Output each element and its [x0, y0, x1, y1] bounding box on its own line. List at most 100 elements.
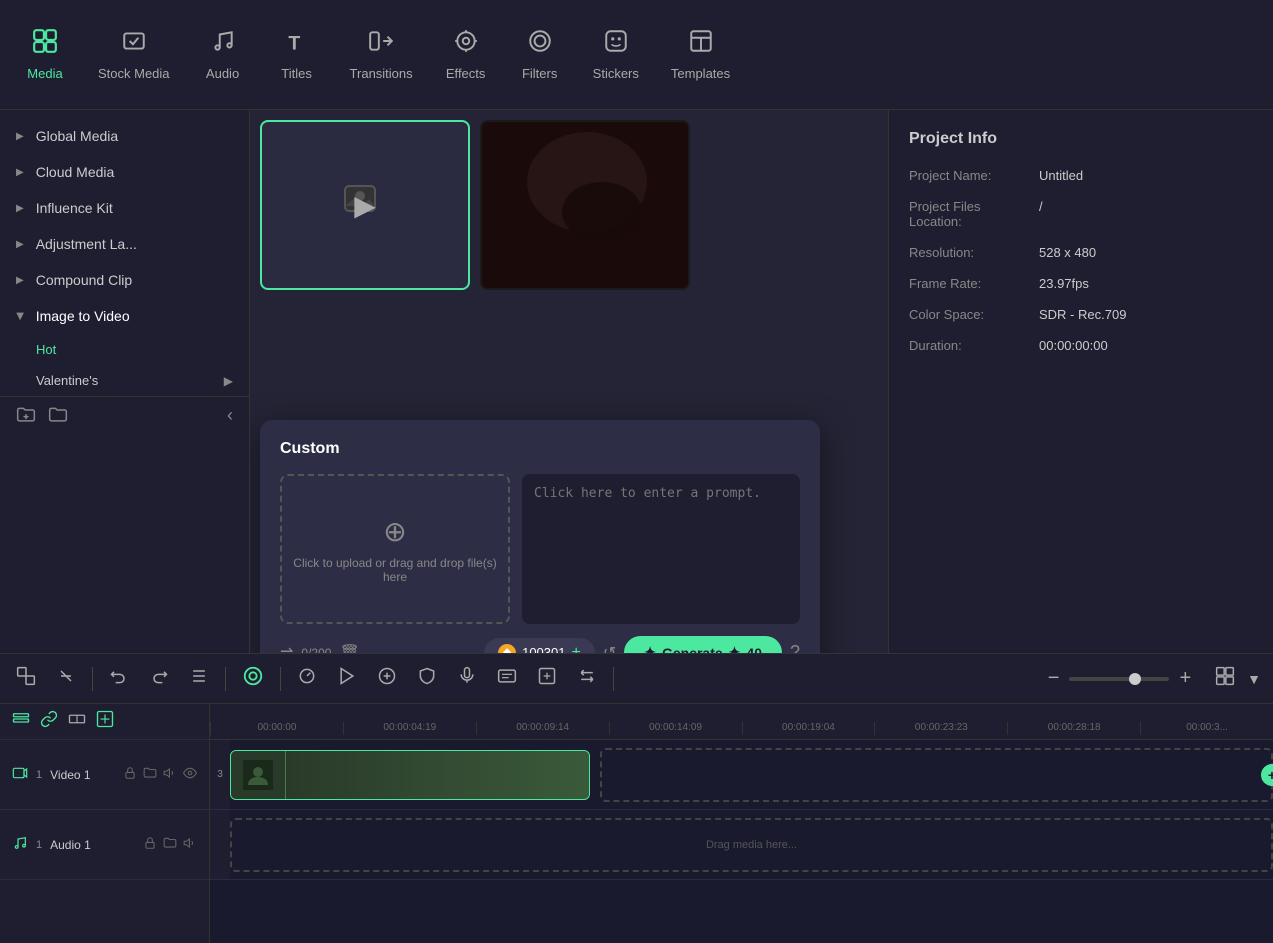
project-row-name: Project Name: Untitled	[909, 168, 1253, 183]
collab-button[interactable]	[533, 662, 561, 695]
track-lock-button-audio1[interactable]	[143, 836, 157, 853]
sidebar-label-image-to-video: Image to Video	[36, 308, 130, 324]
drop-zone-audio1[interactable]: Drag media here...	[230, 818, 1273, 872]
sidebar-sub-item-valentines[interactable]: Valentine's ▶	[0, 365, 249, 396]
track-number-badge-audio1	[210, 810, 230, 879]
project-value-resolution: 528 x 480	[1039, 245, 1096, 260]
timeline-content: 3	[210, 740, 1273, 943]
top-navigation: Media Stock Media Audio T Titles	[0, 0, 1273, 110]
sidebar-item-adjustment-la[interactable]: ▶ Adjustment La...	[0, 226, 249, 262]
link-tracks-button[interactable]	[40, 710, 58, 733]
sidebar-item-influence-kit[interactable]: ▶ Influence Kit	[0, 190, 249, 226]
speed-button[interactable]	[293, 662, 321, 695]
nav-item-templates[interactable]: Templates	[657, 20, 744, 89]
arrow-icon-cloud-media: ▶	[16, 167, 24, 178]
media-thumb-1[interactable]: ▶	[260, 120, 470, 290]
track-lock-button-video1[interactable]	[123, 766, 137, 783]
help-icon[interactable]: ?	[790, 642, 800, 653]
zoom-slider-container: − +	[1044, 663, 1195, 694]
add-folder-button[interactable]	[16, 405, 36, 430]
play-button[interactable]	[333, 662, 361, 695]
upload-area[interactable]: ⊕ Click to upload or drag and drop file(…	[280, 474, 510, 624]
templates-icon	[688, 28, 714, 60]
project-panel: Project Info Project Name: Untitled Proj…	[888, 110, 1273, 653]
sidebar-label-global-media: Global Media	[36, 128, 119, 144]
project-row-colorspace: Color Space: SDR - Rec.709	[909, 307, 1253, 322]
project-label-resolution: Resolution:	[909, 245, 1039, 260]
shield-button[interactable]	[413, 662, 441, 695]
nav-item-stickers[interactable]: Stickers	[579, 20, 653, 89]
open-folder-button[interactable]	[48, 405, 68, 430]
sidebar-item-cloud-media[interactable]: ▶ Cloud Media	[0, 154, 249, 190]
trim-tool-button[interactable]	[52, 662, 80, 695]
drop-zone-video1[interactable]	[600, 748, 1273, 802]
track-audio-button-audio1[interactable]	[183, 836, 197, 853]
zoom-out-button[interactable]: −	[1044, 663, 1064, 694]
media-thumb-2[interactable]	[480, 120, 690, 290]
project-row-location: Project FilesLocation: /	[909, 199, 1253, 229]
zoom-slider[interactable]	[1069, 677, 1169, 681]
project-label-framerate: Frame Rate:	[909, 276, 1039, 291]
transitions-icon	[368, 28, 394, 60]
nav-item-transitions[interactable]: Transitions	[336, 20, 427, 89]
project-row-framerate: Frame Rate: 23.97fps	[909, 276, 1253, 291]
nav-label-stickers: Stickers	[593, 66, 639, 81]
refresh-icon[interactable]: ↺	[603, 643, 616, 654]
timeline-ruler: 00:00:00 00:00:04:19 00:00:09:14 00:00:1…	[210, 704, 1273, 740]
nav-item-effects[interactable]: Effects	[431, 20, 501, 89]
nav-label-templates: Templates	[671, 66, 730, 81]
track-eye-button-video1[interactable]	[183, 766, 197, 783]
sidebar-item-image-to-video[interactable]: ▶ Image to Video	[0, 298, 249, 334]
sidebar-sub-item-hot[interactable]: Hot	[0, 334, 249, 365]
grid-view-button[interactable]	[1215, 666, 1235, 691]
redo-button[interactable]	[145, 662, 173, 695]
timeline-tracks: 1 Video 1	[0, 704, 1273, 943]
delete-icon[interactable]: 🗑	[339, 643, 359, 654]
track-header-tools	[0, 704, 209, 740]
nav-item-media[interactable]: Media	[10, 20, 80, 89]
ruler-mark-5: 00:00:23:23	[874, 722, 1007, 735]
sidebar-collapse-button[interactable]: ‹	[227, 405, 233, 430]
project-label-location: Project FilesLocation:	[909, 199, 1039, 229]
prompt-textarea[interactable]	[522, 474, 800, 624]
effects-icon	[453, 28, 479, 60]
track-folder-button-video1[interactable]	[143, 766, 157, 783]
more-button[interactable]	[185, 662, 213, 695]
modal-bottom-right: ◆ 100301 + ↺ ✦ Generate ✦ 40 ?	[484, 636, 800, 653]
video-clip-1[interactable]	[230, 750, 590, 800]
track-labels: 1 Video 1	[0, 704, 210, 943]
media-placeholder-1: ▶	[262, 122, 468, 288]
playhead-button[interactable]	[238, 661, 268, 696]
credits-plus-button[interactable]: +	[571, 644, 580, 654]
sidebar-item-global-media[interactable]: ▶ Global Media	[0, 118, 249, 154]
ruler-mark-1: 00:00:04:19	[343, 722, 476, 735]
credits-badge: ◆ 100301 +	[484, 638, 595, 654]
project-row-resolution: Resolution: 528 x 480	[909, 245, 1253, 260]
captions-button[interactable]	[493, 662, 521, 695]
shuffle-icon[interactable]: ⇌	[280, 643, 293, 654]
select-tool-button[interactable]	[12, 662, 40, 695]
nav-item-stock-media[interactable]: Stock Media	[84, 20, 184, 89]
nav-label-audio: Audio	[206, 66, 239, 81]
snap-button[interactable]	[96, 710, 114, 733]
sidebar-label-compound-clip: Compound Clip	[36, 272, 133, 288]
sidebar-item-compound-clip[interactable]: ▶ Compound Clip	[0, 262, 249, 298]
generate-button[interactable]: ✦ Generate ✦ 40	[624, 636, 782, 653]
swap-button[interactable]	[573, 662, 601, 695]
audio-track-icon	[12, 835, 28, 854]
timeline-toolbar: − + ▼	[0, 654, 1273, 704]
generate-star2-icon: ✦	[729, 644, 741, 653]
nav-item-titles[interactable]: T Titles	[262, 20, 332, 89]
video-clip-inner-1	[231, 751, 589, 799]
layout-button[interactable]	[68, 710, 86, 733]
track-folder-button-audio1[interactable]	[163, 836, 177, 853]
mic-button[interactable]	[453, 662, 481, 695]
timeline-chevron-down[interactable]: ▼	[1247, 671, 1261, 687]
undo-button[interactable]	[105, 662, 133, 695]
track-audio-button-video1[interactable]	[163, 766, 177, 783]
add-button[interactable]	[373, 662, 401, 695]
nav-item-filters[interactable]: Filters	[505, 20, 575, 89]
add-track-button[interactable]	[12, 710, 30, 733]
zoom-in-button[interactable]: +	[1175, 663, 1195, 694]
nav-item-audio[interactable]: Audio	[188, 20, 258, 89]
